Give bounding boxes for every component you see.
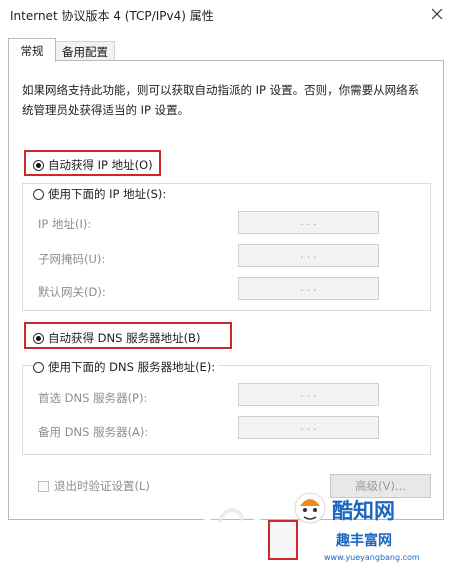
ip-auto-label: 自动获得 IP 地址(O) <box>48 158 153 172</box>
watermark-mascot-icon <box>290 486 330 534</box>
watermark-brand: 酷知网 <box>332 499 395 523</box>
validate-on-exit-checkbox[interactable] <box>38 480 49 492</box>
close-icon <box>431 8 443 20</box>
dns-manual-option[interactable]: 使用下面的 DNS 服务器地址(E): <box>33 359 219 375</box>
title-bar: Internet 协议版本 4 (TCP/IPv4) 属性 <box>0 0 455 30</box>
dns-manual-group <box>22 365 431 455</box>
dns-auto-radio[interactable] <box>33 332 44 344</box>
alternate-dns-input[interactable]: . . . <box>238 416 379 439</box>
default-gateway-label: 默认网关(D): <box>38 285 106 299</box>
watermark-url: www.yueyangbang.com <box>324 553 420 562</box>
preferred-dns-input[interactable]: . . . <box>238 383 379 406</box>
validate-on-exit-option[interactable]: 退出时验证设置(L) <box>38 478 150 494</box>
subnet-mask-input[interactable]: . . . <box>238 244 379 267</box>
subnet-mask-label: 子网掩码(U): <box>38 252 106 266</box>
preferred-dns-label: 首选 DNS 服务器(P): <box>38 391 148 405</box>
dns-auto-label: 自动获得 DNS 服务器地址(B) <box>48 331 201 345</box>
ip-address-input[interactable]: . . . <box>238 211 379 234</box>
ip-auto-option[interactable]: 自动获得 IP 地址(O) <box>33 157 153 173</box>
tab-general[interactable]: 常规 <box>8 38 56 62</box>
ip-auto-radio[interactable] <box>33 159 44 171</box>
ip-manual-option[interactable]: 使用下面的 IP 地址(S): <box>33 186 170 202</box>
watermark-site-line: 趣丰富网 <box>336 533 392 549</box>
alternate-dns-label: 备用 DNS 服务器(A): <box>38 425 149 439</box>
validate-on-exit-label: 退出时验证设置(L) <box>54 479 150 493</box>
dns-manual-label: 使用下面的 DNS 服务器地址(E): <box>48 360 216 374</box>
ip-manual-radio[interactable] <box>33 188 44 200</box>
default-gateway-input[interactable]: . . . <box>238 277 379 300</box>
ip-address-label: IP 地址(I): <box>38 217 92 231</box>
window-title: Internet 协议版本 4 (TCP/IPv4) 属性 <box>10 9 214 23</box>
ip-manual-label: 使用下面的 IP 地址(S): <box>48 187 167 201</box>
close-button[interactable] <box>424 2 450 26</box>
tab-alternate-config[interactable]: 备用配置 <box>55 41 115 61</box>
watermark-swirl-logo <box>196 485 266 555</box>
description-text: 如果网络支持此功能，则可以获取自动指派的 IP 设置。否则，你需要从网络系统管理… <box>22 83 420 117</box>
dns-manual-radio[interactable] <box>33 361 44 373</box>
dns-auto-option[interactable]: 自动获得 DNS 服务器地址(B) <box>33 330 200 346</box>
